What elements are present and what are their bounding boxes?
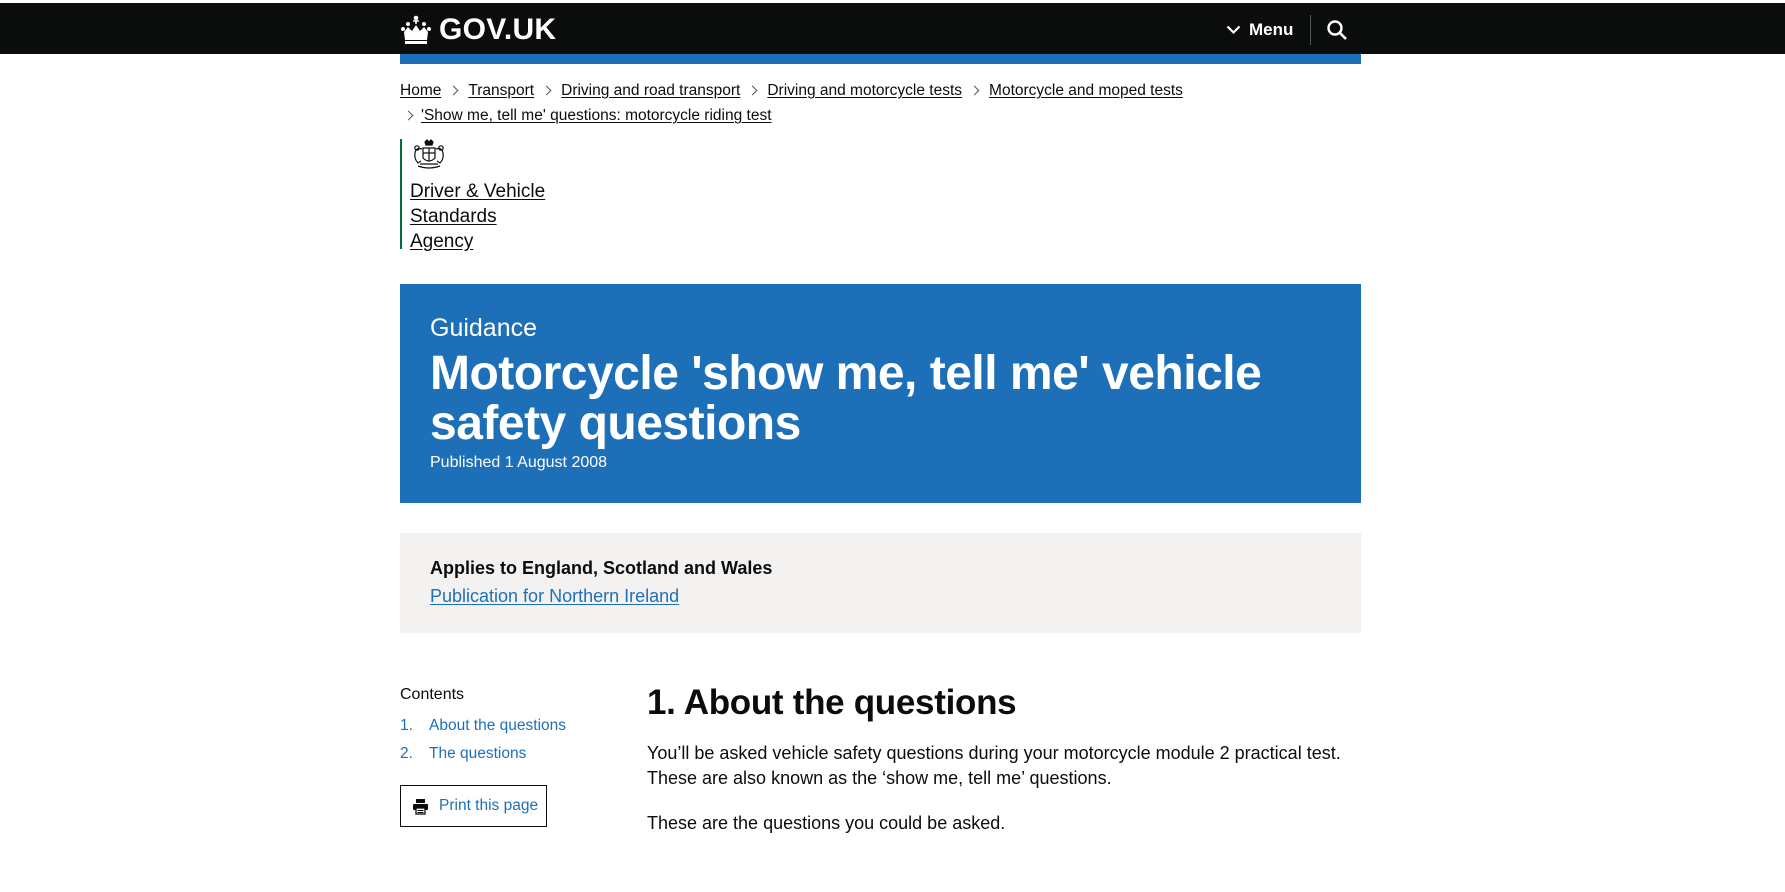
menu-label: Menu — [1249, 20, 1294, 39]
contents-title: Contents — [400, 686, 465, 703]
chevron-right-icon — [747, 85, 758, 96]
govuk-logo-text: GOV.UK — [439, 13, 557, 46]
northern-ireland-publication-link[interactable]: Publication for Northern Ireland — [430, 586, 679, 606]
breadcrumb-home[interactable]: Home — [400, 78, 441, 103]
body-text-line: These are also known as the ‘show me, te… — [647, 768, 1112, 788]
title-banner: Guidance Motorcycle 'show me, tell me' v… — [400, 284, 1361, 503]
contents-link-about-the-questions[interactable]: About the questions — [429, 712, 566, 740]
contents-item[interactable]: 2. The questions — [400, 740, 600, 768]
organisation-name-line[interactable]: Agency — [410, 229, 545, 254]
breadcrumb-driving-and-road-transport[interactable]: Driving and road transport — [561, 78, 740, 103]
breadcrumb-driving-and-motorcycle-tests[interactable]: Driving and motorcycle tests — [767, 78, 962, 103]
breadcrumb-row: 'Show me, tell me' questions: motorcycle… — [400, 103, 1361, 128]
chevron-right-icon — [969, 85, 980, 96]
print-page-button[interactable]: Print this page — [400, 785, 547, 827]
menu-button[interactable]: Menu — [1226, 20, 1293, 40]
royal-coat-of-arms-icon — [414, 139, 444, 169]
page-title-line: Motorcycle 'show me, tell me' vehicle — [430, 347, 1262, 400]
govuk-header: GOV.UK Menu — [0, 3, 1785, 54]
contents-item[interactable]: 1. About the questions — [400, 712, 600, 740]
applies-to-panel: Applies to England, Scotland and Wales P… — [400, 533, 1361, 633]
document-type: Guidance — [430, 314, 538, 342]
organisation-logo: Driver & Vehicle Standards Agency — [400, 139, 545, 252]
breadcrumb-row: Home Transport Driving and road transpor… — [400, 78, 1361, 103]
contents-item-number: 2. — [400, 745, 413, 762]
page-title: Motorcycle 'show me, tell me' vehicle sa… — [430, 349, 1331, 449]
chevron-right-icon — [541, 85, 552, 96]
header-blue-bar — [400, 54, 1361, 64]
chevron-right-icon — [403, 110, 414, 121]
body-paragraph: You’ll be asked vehicle safety questions… — [647, 741, 1367, 791]
contents-list: Contents 1. About the questions 2. The q… — [400, 684, 600, 827]
chevron-down-icon — [1226, 25, 1241, 35]
applies-to-text: Applies to England, Scotland and Wales — [430, 558, 773, 578]
govuk-logo-link[interactable]: GOV.UK — [400, 13, 556, 47]
organisation-name-line[interactable]: Standards — [410, 204, 545, 229]
organisation-name-line[interactable]: Driver & Vehicle — [410, 179, 545, 204]
section-heading: 1. About the questions — [647, 683, 1017, 722]
main-content: 1. About the questions You’ll be asked v… — [647, 683, 1367, 856]
printer-icon — [413, 798, 428, 815]
page-title-line: safety questions — [430, 397, 801, 450]
breadcrumb-show-me-tell-me[interactable]: 'Show me, tell me' questions: motorcycle… — [421, 103, 772, 128]
crown-icon — [401, 15, 431, 44]
breadcrumb-motorcycle-and-moped-tests[interactable]: Motorcycle and moped tests — [989, 78, 1183, 103]
search-button[interactable] — [1326, 19, 1348, 41]
search-icon — [1327, 20, 1347, 40]
body-text-line: You’ll be asked vehicle safety questions… — [647, 743, 1341, 763]
chevron-right-icon — [448, 85, 459, 96]
contents-link-the-questions[interactable]: The questions — [429, 740, 526, 768]
body-paragraph: These are the questions you could be ask… — [647, 813, 1006, 833]
contents-item-number: 1. — [400, 717, 413, 734]
breadcrumb-transport[interactable]: Transport — [468, 78, 534, 103]
published-date: Published 1 August 2008 — [430, 454, 608, 471]
breadcrumb: Home Transport Driving and road transpor… — [400, 78, 1361, 128]
header-divider — [1310, 15, 1311, 45]
print-page-label: Print this page — [439, 797, 539, 814]
